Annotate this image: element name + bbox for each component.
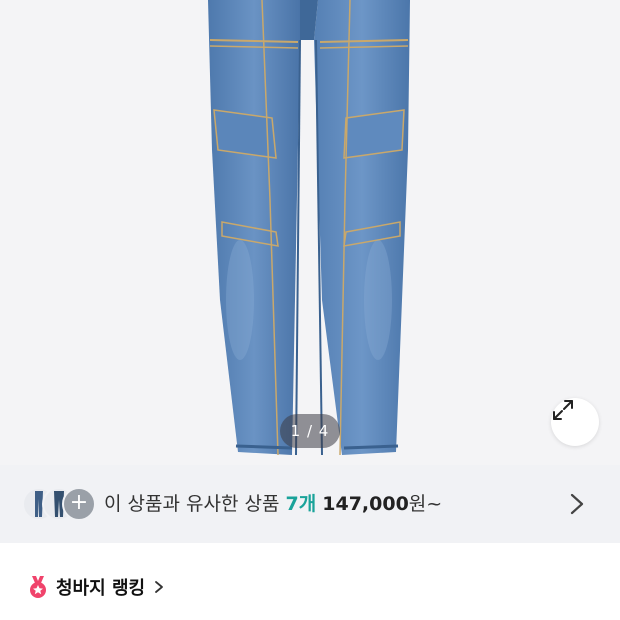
similar-count: 7개: [285, 493, 317, 515]
similar-lead-text: 이 상품과 유사한 상품: [104, 493, 280, 515]
expand-icon: [553, 400, 573, 420]
image-page-counter: 1 / 4: [280, 414, 340, 448]
chevron-right-icon[interactable]: [566, 492, 588, 516]
category-ranking-link[interactable]: 청바지 랭킹: [28, 573, 165, 601]
similar-products-text: 이 상품과 유사한 상품 7개 147,000원~: [104, 492, 442, 516]
more-thumbnails-icon: +: [62, 487, 96, 521]
jeans-photo: [208, 0, 410, 456]
price-suffix: 원~: [408, 493, 443, 515]
ranking-title: 청바지 랭킹: [56, 578, 146, 599]
ranking-medal-icon: [30, 576, 46, 598]
chevron-right-icon: [155, 581, 163, 593]
similar-product-thumbnails: +: [22, 487, 98, 521]
similar-products-banner[interactable]: + 이 상품과 유사한 상품 7개 147,000원~: [0, 465, 620, 543]
expand-image-button[interactable]: [551, 398, 599, 446]
similar-min-price: 147,000: [322, 493, 409, 515]
product-image-gallery[interactable]: 1 / 4: [0, 0, 620, 465]
